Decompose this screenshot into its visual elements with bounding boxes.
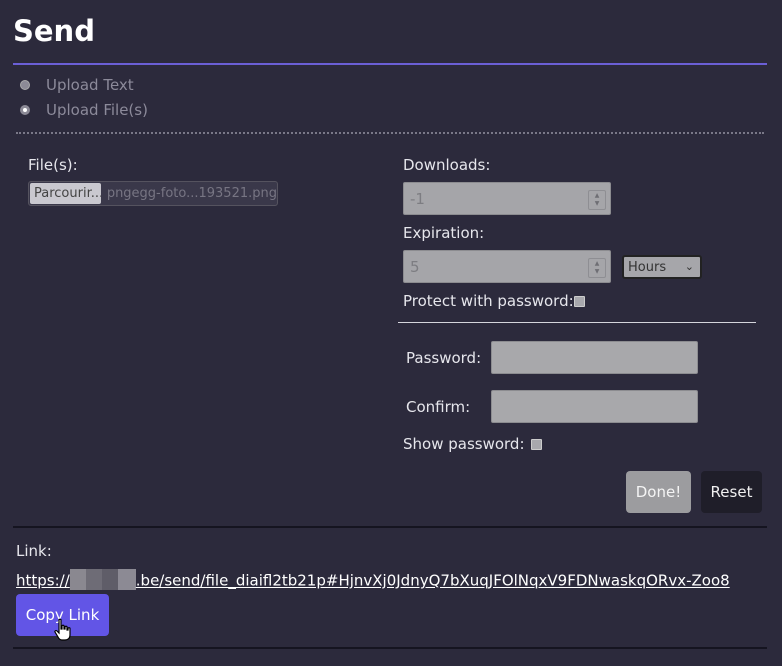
page-title: Send: [13, 14, 95, 48]
bottom-divider: [13, 647, 767, 649]
file-input[interactable]: Parcourir... pngegg-foto...193521.png: [28, 181, 278, 206]
spinner-icon[interactable]: ▲ ▼: [588, 190, 606, 210]
password-section-divider: [398, 322, 756, 323]
share-link-path: .be/send/file_diaifl2tb21p#HjnvXj0JdnyQ7…: [135, 571, 730, 590]
expiration-value: 5: [410, 257, 420, 276]
share-link-prefix: https://: [16, 571, 70, 590]
selected-file-name: pngegg-foto...193521.png: [106, 186, 277, 201]
downloads-input[interactable]: -1 ▲ ▼: [403, 182, 611, 215]
radio-button-icon[interactable]: [20, 80, 30, 90]
downloads-label: Downloads:: [403, 156, 491, 174]
done-button[interactable]: Done!: [626, 471, 691, 513]
radio-upload-text-label: Upload Text: [46, 76, 134, 94]
show-password-label: Show password:: [403, 435, 525, 453]
radio-upload-files-label: Upload File(s): [46, 101, 148, 119]
title-divider: [13, 63, 767, 65]
confirm-label: Confirm:: [406, 398, 471, 416]
protect-password-label: Protect with password:: [403, 292, 574, 310]
radio-upload-files[interactable]: Upload File(s): [20, 101, 148, 119]
hand-pointer-cursor-icon: [54, 618, 71, 641]
link-section-divider: [13, 526, 767, 528]
show-password-checkbox[interactable]: [531, 439, 542, 450]
expiration-unit-select[interactable]: Hours ⌄: [622, 255, 702, 279]
password-label: Password:: [406, 349, 482, 367]
link-label: Link:: [16, 542, 52, 560]
radio-upload-text[interactable]: Upload Text: [20, 76, 134, 94]
confirm-password-input[interactable]: [491, 390, 698, 423]
redacted-domain: [69, 569, 136, 590]
password-input[interactable]: [491, 341, 698, 374]
expiration-input[interactable]: 5 ▲ ▼: [403, 250, 611, 283]
chevron-down-icon: ⌄: [684, 260, 694, 273]
spinner-icon[interactable]: ▲ ▼: [588, 258, 606, 278]
protect-password-checkbox[interactable]: [574, 296, 585, 307]
expiration-label: Expiration:: [403, 224, 485, 242]
share-link[interactable]: https:// .be/send/file_diaifl2tb21p#HjnvX…: [16, 569, 730, 593]
section-divider: [16, 132, 764, 134]
reset-button[interactable]: Reset: [701, 471, 762, 513]
radio-button-checked-icon[interactable]: [20, 105, 30, 115]
files-label: File(s):: [28, 156, 78, 174]
browse-button[interactable]: Parcourir...: [30, 183, 101, 204]
downloads-value: -1: [410, 189, 425, 208]
expiration-unit-value: Hours: [628, 259, 667, 275]
